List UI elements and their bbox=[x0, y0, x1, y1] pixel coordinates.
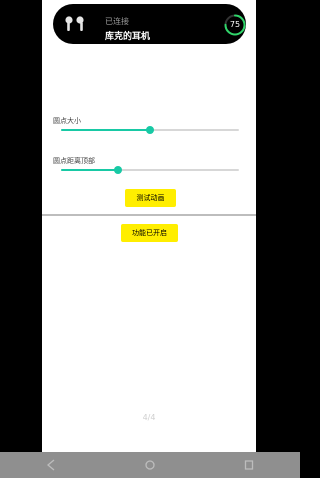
connection-status: 已连接 bbox=[105, 17, 129, 26]
home-icon[interactable] bbox=[144, 458, 156, 472]
slider-thumb[interactable] bbox=[146, 126, 154, 134]
test-animation-button[interactable]: 测试动画 bbox=[125, 189, 176, 207]
recents-icon[interactable] bbox=[243, 458, 255, 472]
device-name: 库克的耳机 bbox=[105, 32, 151, 42]
dot-size-label: 圆点大小 bbox=[53, 117, 81, 125]
page-indicator: 4/4 bbox=[142, 413, 156, 422]
device-status-card[interactable]: 已连接 库克的耳机 75 bbox=[53, 4, 246, 44]
back-icon[interactable] bbox=[45, 458, 57, 472]
slider-fill bbox=[61, 169, 118, 171]
battery-percent: 75 bbox=[229, 20, 241, 29]
divider bbox=[42, 214, 256, 216]
earbuds-icon bbox=[65, 16, 84, 31]
dot-size-slider[interactable] bbox=[61, 126, 239, 134]
dot-top-distance-slider[interactable] bbox=[61, 166, 239, 174]
dot-top-distance-label: 圆点距离顶部 bbox=[53, 157, 95, 165]
feature-toggle-button[interactable]: 功能已开启 bbox=[121, 224, 178, 242]
system-navigation-bar bbox=[0, 452, 300, 478]
slider-thumb[interactable] bbox=[113, 166, 122, 174]
slider-fill bbox=[61, 129, 150, 131]
app-screen: 已连接 库克的耳机 75 圆点大小 圆点距离顶部 测试动画 功能已开启 4/4 bbox=[42, 0, 256, 452]
